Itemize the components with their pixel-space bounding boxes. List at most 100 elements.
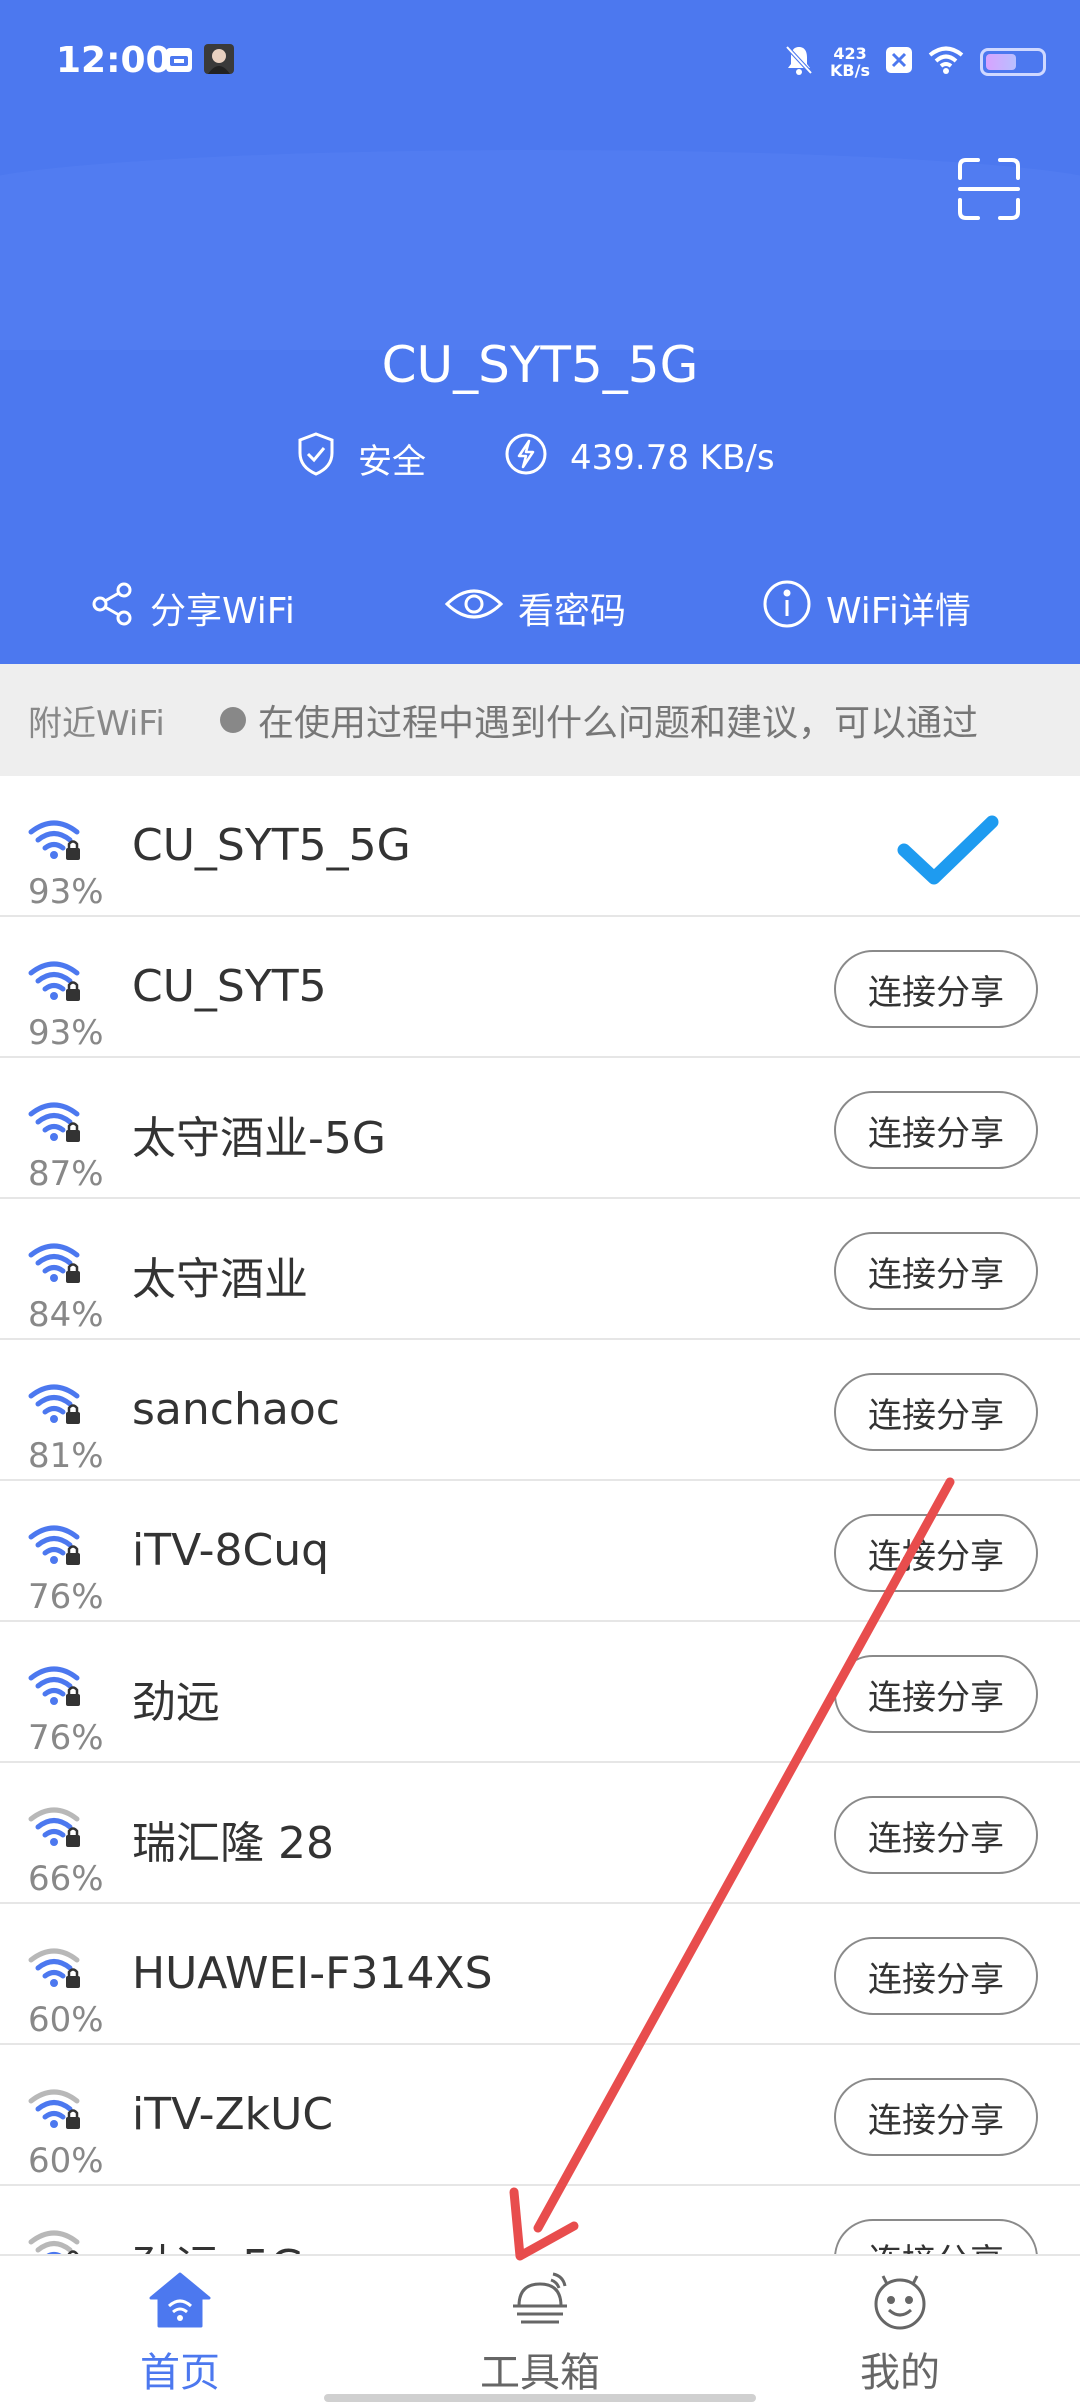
scan-icon[interactable] <box>956 156 1022 222</box>
bottom-nav: 首页 工具箱 我的 <box>0 2254 1080 2408</box>
wifi-details-label: WiFi详情 <box>826 591 971 632</box>
wifi-lock-icon <box>28 959 84 1005</box>
notice-bar: 附近WiFi 在使用过程中遇到什么问题和建议，可以通过 <box>0 664 1080 776</box>
nav-tools[interactable]: 工具箱 <box>440 2270 640 2398</box>
wifi-ssid: CU_SYT5 <box>132 961 327 1012</box>
view-password-button[interactable]: 看密码 <box>444 568 626 648</box>
header: 12:00 423 KB/s CU_SYT5_5G 安全 439.78 KB/s… <box>0 0 1080 664</box>
wifi-ssid: 太守酒业-5G <box>132 1113 386 1164</box>
wifi-lock-icon <box>28 1382 84 1428</box>
signal-strength: 81% <box>28 1436 104 1476</box>
nearby-wifi-label: 附近WiFi <box>28 704 165 744</box>
nav-home-label: 首页 <box>140 2350 220 2396</box>
share-wifi-button[interactable]: 分享WiFi <box>88 568 295 648</box>
wifi-lock-icon <box>28 1100 84 1146</box>
nav-home[interactable]: 首页 <box>80 2270 280 2398</box>
net-speed-unit: KB/s <box>830 61 870 80</box>
status-time: 12:00 <box>56 40 171 81</box>
network-speed: 423 KB/s <box>830 45 870 79</box>
share-icon <box>88 580 136 637</box>
connect-share-button[interactable]: 连接分享 <box>834 1796 1038 1874</box>
wifi-row[interactable]: 66% 瑞汇隆 28 连接分享 <box>0 1763 1080 1904</box>
wifi-ssid: 瑞汇隆 28 <box>132 1818 334 1869</box>
wifi-row[interactable]: 76% iTV-8Cuq 连接分享 <box>0 1481 1080 1622</box>
signal-strength: 60% <box>28 2000 104 2040</box>
wifi-row[interactable]: 劲远_5G 连接分享 <box>0 2186 1080 2254</box>
speed-value: 439.78 KB/s <box>570 438 775 478</box>
wifi-row[interactable]: 93% CU_SYT5 连接分享 <box>0 917 1080 1058</box>
connected-check-icon <box>896 814 1000 892</box>
wifi-lock-icon <box>28 1241 84 1287</box>
mute-icon <box>784 44 814 80</box>
connect-share-button[interactable]: 连接分享 <box>834 1232 1038 1310</box>
signal-strength: 76% <box>28 1718 104 1758</box>
connect-share-button[interactable]: 连接分享 <box>834 1937 1038 2015</box>
connect-share-button[interactable]: 连接分享 <box>834 950 1038 1028</box>
wifi-lock-icon <box>28 818 84 864</box>
calendar-icon <box>164 44 194 78</box>
wifi-ssid: CU_SYT5_5G <box>132 820 411 871</box>
connect-share-button[interactable]: 连接分享 <box>834 1373 1038 1451</box>
connect-share-button[interactable]: 连接分享 <box>834 1091 1038 1169</box>
wifi-lock-icon <box>28 2087 84 2133</box>
wifi-row[interactable]: 60% HUAWEI-F314XS 连接分享 <box>0 1904 1080 2045</box>
signal-strength: 60% <box>28 2141 104 2181</box>
wifi-row[interactable]: 84% 太守酒业 连接分享 <box>0 1199 1080 1340</box>
wifi-list: 93% CU_SYT5_5G 93% CU_SYT5 连接分享 87% 太守酒业-5G 连接分… <box>0 776 1080 2254</box>
wifi-row[interactable]: 93% CU_SYT5_5G <box>0 776 1080 917</box>
wifi-lock-icon <box>28 1805 84 1851</box>
nav-mine[interactable]: 我的 <box>800 2270 1000 2398</box>
eye-icon <box>444 584 504 633</box>
signal-strength: 87% <box>28 1154 104 1194</box>
connect-share-button[interactable]: 连接分享 <box>834 1514 1038 1592</box>
status-bar: 12:00 423 KB/s <box>0 0 1080 120</box>
security-label: 安全 <box>358 441 426 482</box>
shield-icon <box>296 431 336 486</box>
wifi-ssid: HUAWEI-F314XS <box>132 1948 493 1999</box>
signal-strength: 66% <box>28 1859 104 1899</box>
share-wifi-label: 分享WiFi <box>150 591 295 632</box>
view-password-label: 看密码 <box>518 591 627 632</box>
notice-text: 在使用过程中遇到什么问题和建议，可以通过 <box>258 703 979 744</box>
home-icon <box>147 2272 213 2334</box>
speed-status: 439.78 KB/s <box>504 428 775 488</box>
connect-share-button[interactable]: 连接分享 <box>834 1655 1038 1733</box>
wifi-lock-icon <box>28 1523 84 1569</box>
wifi-icon <box>928 46 964 78</box>
wifi-details-button[interactable]: WiFi详情 <box>762 568 971 648</box>
signal-strength: 93% <box>28 872 104 912</box>
avatar-icon <box>204 44 234 78</box>
signal-strength: 93% <box>28 1013 104 1053</box>
wifi-row[interactable]: 87% 太守酒业-5G 连接分享 <box>0 1058 1080 1199</box>
wifi-ssid: sanchaoc <box>132 1384 340 1435</box>
nav-mine-label: 我的 <box>860 2350 940 2396</box>
wifi-ssid: 太守酒业 <box>132 1254 308 1305</box>
x-app-icon <box>886 47 912 77</box>
home-indicator[interactable] <box>324 2394 756 2402</box>
notice-bullet <box>220 707 246 733</box>
connection-info: 安全 439.78 KB/s <box>0 428 1080 488</box>
wifi-lock-icon <box>28 1946 84 1992</box>
notice-message: 在使用过程中遇到什么问题和建议，可以通过 <box>220 694 978 746</box>
wifi-row[interactable]: 81% sanchaoc 连接分享 <box>0 1340 1080 1481</box>
wifi-ssid: iTV-ZkUC <box>132 2089 334 2140</box>
connect-share-button[interactable]: 连接分享 <box>834 2219 1038 2254</box>
signal-strength: 76% <box>28 1577 104 1617</box>
connect-share-button[interactable]: 连接分享 <box>834 2078 1038 2156</box>
action-bar: 分享WiFi 看密码 WiFi详情 <box>0 568 1080 648</box>
wifi-ssid: iTV-8Cuq <box>132 1525 330 1576</box>
wifi-ssid: 劲远_5G <box>132 2230 304 2254</box>
android-face-icon <box>867 2275 933 2334</box>
header-wave <box>0 150 1080 350</box>
wifi-row[interactable]: 76% 劲远 连接分享 <box>0 1622 1080 1763</box>
wifi-ssid: 劲远 <box>132 1677 220 1728</box>
toolbox-icon <box>507 2272 573 2334</box>
info-icon <box>762 579 812 638</box>
current-ssid: CU_SYT5_5G <box>381 336 699 394</box>
security-status: 安全 <box>296 428 426 488</box>
wifi-row[interactable]: 60% iTV-ZkUC 连接分享 <box>0 2045 1080 2186</box>
wifi-lock-icon <box>28 2228 84 2254</box>
nav-tools-label: 工具箱 <box>480 2350 600 2396</box>
battery-icon <box>980 48 1046 76</box>
wifi-lock-icon <box>28 1664 84 1710</box>
